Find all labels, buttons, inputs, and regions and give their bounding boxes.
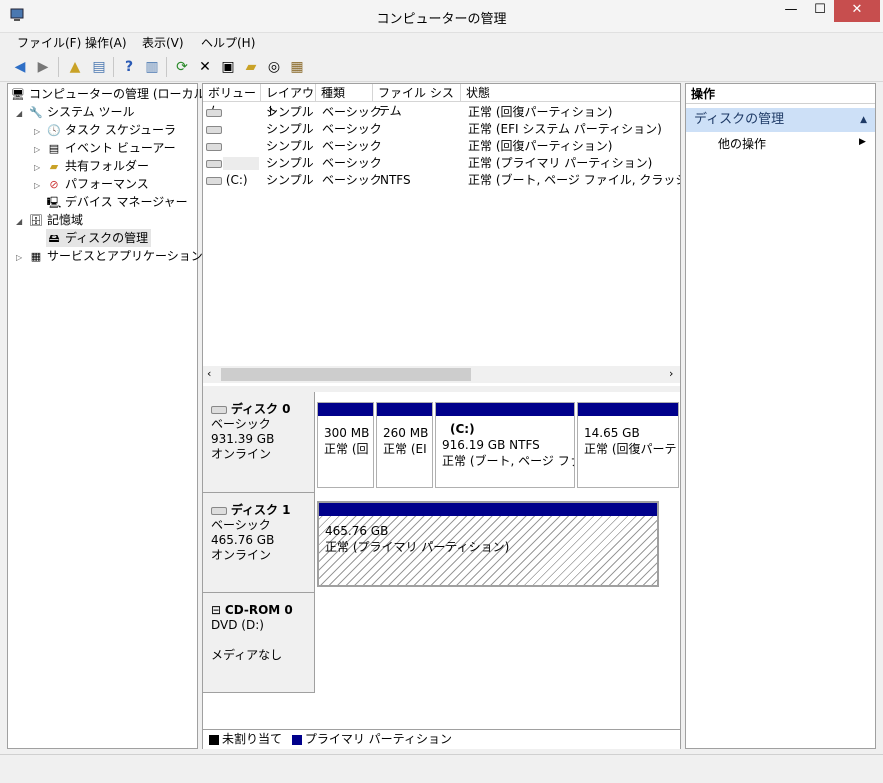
maximize-button[interactable]: ☐ [806, 0, 834, 22]
show-action-pane-icon[interactable]: ▥ [142, 57, 162, 77]
disk-management-icon: 🖴 [48, 231, 60, 245]
tree-event-viewer[interactable]: ▷ ▤ イベント ビューアー [34, 139, 176, 157]
expanded-arrow-icon[interactable]: ◢ [16, 213, 28, 231]
toolbar: ◀ ▶ ▲ ▤ ? ▥ ⟳ ✕ ▣ ▰ ◎ ▦ [0, 53, 883, 82]
performance-icon: ⊘ [49, 177, 59, 191]
volume-icon [206, 108, 222, 117]
services-icon: ▦ [30, 249, 42, 263]
volume-icon [206, 159, 222, 168]
more-actions[interactable]: 他の操作 [718, 135, 766, 153]
menu-help[interactable]: ヘルプ(H) [201, 34, 255, 51]
tree-task-scheduler[interactable]: ▷ 🕓 タスク スケジューラ [34, 121, 176, 139]
show-hide-tree-icon[interactable]: ▤ [89, 57, 109, 77]
disk-icon [211, 405, 227, 414]
open-folder-icon[interactable]: ▰ [241, 57, 261, 77]
actions-pane [685, 83, 876, 749]
tree-shared-folders[interactable]: ▷ ▰ 共有フォルダー [34, 157, 149, 175]
window-title: コンピューターの管理 [376, 12, 507, 27]
menu-bar: ファイル(F) 操作(A) 表示(V) ヘルプ(H) [0, 32, 883, 52]
delete-icon[interactable]: ✕ [195, 57, 215, 77]
actions-section-disk-management[interactable]: ディスクの管理 ▲ [686, 108, 875, 132]
up-folder-icon[interactable]: ▲ [65, 57, 85, 77]
volume-list: ボリューム レイアウト 種類 ファイル システム 状態 シンプル ベーシック 正… [203, 84, 680, 386]
shared-folder-icon: ▰ [49, 159, 59, 173]
disk-map: ディスク 0 ベーシック 931.39 GB オンライン 300 MB 正常 (回… [203, 392, 680, 730]
event-viewer-icon: ▤ [48, 141, 60, 155]
back-icon[interactable]: ◀ [10, 57, 30, 77]
refresh-icon[interactable]: ⟳ [172, 57, 192, 77]
tree-system-tools[interactable]: ◢ 🔧 システム ツール [16, 103, 134, 121]
clock-icon: 🕓 [47, 123, 61, 137]
scrollbar-thumb[interactable] [221, 368, 471, 381]
format-disk-icon[interactable]: ▦ [287, 57, 307, 77]
column-type[interactable]: 種類 [316, 84, 373, 102]
tree-root[interactable]: 🖥 コンピューターの管理 (ローカル) [10, 85, 210, 103]
unallocated-swatch [209, 734, 219, 745]
column-volume[interactable]: ボリューム [203, 84, 261, 118]
disk1-label[interactable]: ディスク 1 ベーシック 465.76 GB オンライン [203, 493, 315, 593]
column-layout[interactable]: レイアウト [261, 84, 316, 118]
expanded-arrow-icon[interactable]: ◢ [16, 105, 28, 123]
cdrom-label[interactable]: ⊟ CD-ROM 0 DVD (D:) メディアなし [203, 593, 315, 693]
menu-view[interactable]: 表示(V) [142, 34, 184, 51]
partition-recovery-2[interactable]: 14.65 GB 正常 (回復パーテ [577, 402, 679, 488]
cd-drive-icon: ⊟ [211, 603, 222, 617]
legend: 未割り当て プライマリ パーティション [203, 729, 680, 749]
properties-icon[interactable]: ▣ [218, 57, 238, 77]
volume-row[interactable]: シンプル ベーシック 正常 (プライマリ パーティション) [203, 155, 680, 172]
partition-disk1-primary[interactable]: 465.76 GB 正常 (プライマリ パーティション) [317, 501, 659, 587]
forward-icon[interactable]: ▶ [33, 57, 53, 77]
minimize-button[interactable]: — [776, 0, 806, 22]
volume-icon [206, 142, 222, 151]
scroll-left-icon[interactable]: ‹ [207, 367, 211, 380]
primary-swatch [291, 734, 302, 745]
tree-device-manager[interactable]: 🖳 デバイス マネージャー [46, 193, 188, 211]
computer-icon: 🖥 [11, 87, 25, 101]
partition-c-drive[interactable]: (C:)916.19 GB NTFS正常 (ブート, ページ ファイ [435, 402, 575, 488]
menu-action[interactable]: 操作(A) [85, 34, 127, 51]
help-icon[interactable]: ? [119, 57, 139, 77]
actions-header: 操作 [686, 84, 875, 104]
submenu-arrow-icon[interactable]: ▶ [859, 137, 866, 147]
column-filesystem[interactable]: ファイル システム [373, 84, 461, 118]
close-button[interactable]: ✕ [834, 0, 880, 22]
collapse-arrow-icon[interactable]: ▲ [860, 108, 867, 132]
tools-icon: 🔧 [29, 105, 43, 119]
volume-icon [206, 125, 222, 134]
navigation-tree: 🖥 コンピューターの管理 (ローカル) ◢ 🔧 システム ツール ▷ 🕓 タスク スケジュ… [7, 83, 210, 749]
collapsed-arrow-icon[interactable]: ▷ [16, 249, 28, 267]
tree-disk-management[interactable]: 🖴 ディスクの管理 [46, 229, 152, 247]
title-bar: コンピューターの管理 — ☐ ✕ [0, 0, 883, 33]
device-manager-icon: 🖳 [46, 195, 62, 209]
storage-icon: 🗄 [29, 213, 43, 227]
tree-performance[interactable]: ▷ ⊘ パフォーマンス [34, 175, 149, 193]
partition-recovery-1[interactable]: 300 MB 正常 (回 [317, 402, 374, 488]
tree-storage[interactable]: ◢ 🗄 記憶域 [16, 211, 83, 229]
status-bar [0, 754, 883, 783]
volume-row[interactable]: シンプル ベーシック 正常 (回復パーティション) [203, 104, 680, 121]
disk-icon [211, 506, 227, 515]
horizontal-scrollbar[interactable]: ‹ › [203, 366, 680, 383]
volume-row[interactable]: シンプル ベーシック 正常 (EFI システム パーティション) [203, 121, 680, 138]
menu-file[interactable]: ファイル(F) [17, 34, 81, 51]
tree-services-apps[interactable]: ▷ ▦ サービスとアプリケーション [16, 247, 203, 265]
volume-row[interactable]: (C:) シンプル ベーシック NTFS 正常 (ブート, ページ ファイル, … [203, 172, 680, 189]
partition-efi[interactable]: 260 MB 正常 (EI [376, 402, 433, 488]
volume-row[interactable]: シンプル ベーシック 正常 (回復パーティション) [203, 138, 680, 155]
collapsed-arrow-icon[interactable]: ▷ [34, 177, 46, 195]
scroll-right-icon[interactable]: › [669, 367, 673, 380]
disk0-label[interactable]: ディスク 0 ベーシック 931.39 GB オンライン [203, 392, 315, 493]
column-status[interactable]: 状態 [461, 84, 680, 102]
volume-icon [206, 176, 222, 185]
search-icon[interactable]: ◎ [264, 57, 284, 77]
